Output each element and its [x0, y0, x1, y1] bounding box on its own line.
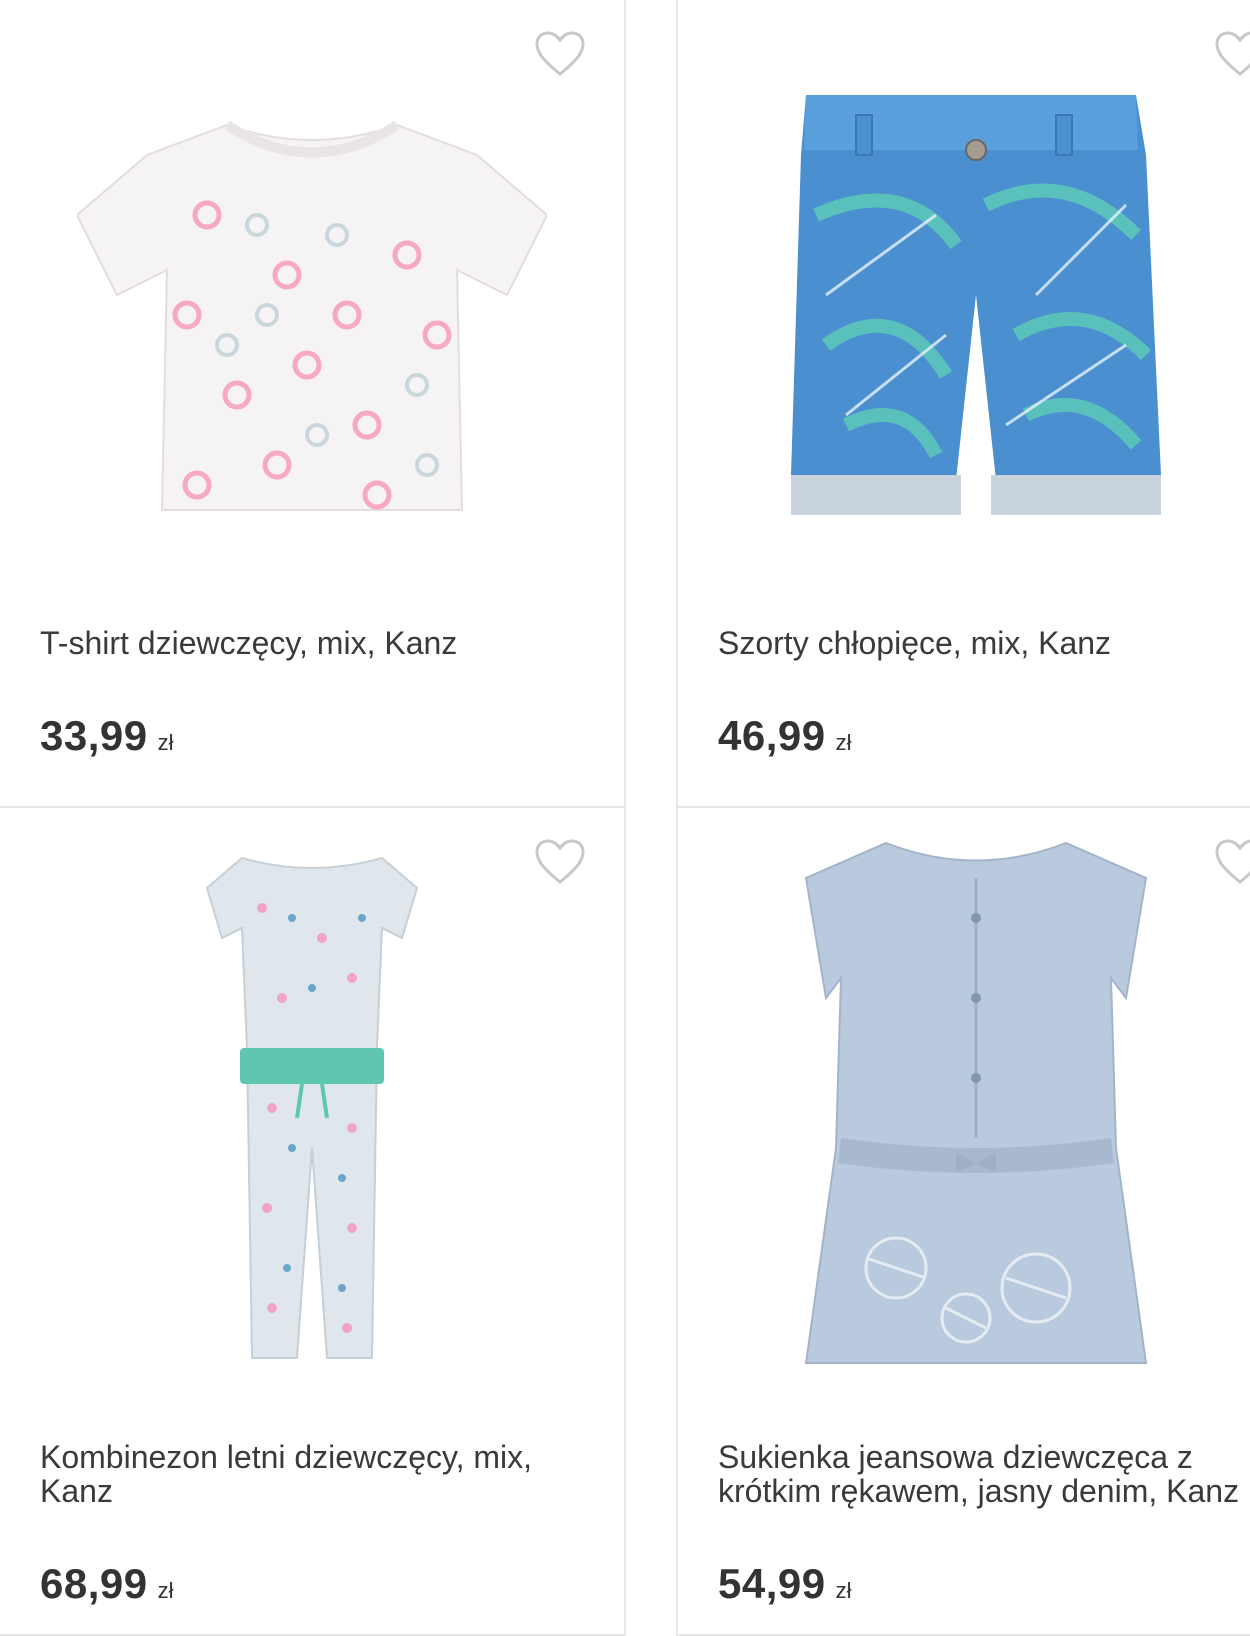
product-name[interactable]: Kombinezon letni dziewczęcy, mix, Kanz — [40, 1440, 600, 1508]
heart-icon[interactable] — [534, 30, 586, 78]
price-currency: zł — [157, 1578, 174, 1603]
product-price: 33,99 zł — [40, 712, 174, 760]
product-card-dress[interactable]: Sukienka jeansowa dziewczęca z krótkim r… — [676, 806, 1250, 1636]
price-currency: zł — [157, 730, 174, 755]
price-amount: 68,99 — [40, 1560, 148, 1607]
product-image-dress[interactable] — [718, 838, 1234, 1368]
product-price: 54,99 zł — [718, 1560, 852, 1608]
product-card-shorts[interactable]: Szorty chłopięce, mix, Kanz 46,99 zł — [676, 0, 1250, 810]
price-amount: 46,99 — [718, 712, 826, 759]
product-image-shorts[interactable] — [718, 80, 1234, 540]
price-amount: 33,99 — [40, 712, 148, 759]
product-image-jumpsuit[interactable] — [40, 848, 584, 1368]
product-name[interactable]: T-shirt dziewczęcy, mix, Kanz — [40, 626, 600, 660]
product-grid: T-shirt dziewczęcy, mix, Kanz 33,99 zł S… — [0, 0, 1250, 1636]
product-image-tshirt[interactable] — [40, 80, 584, 540]
product-card-jumpsuit[interactable]: Kombinezon letni dziewczęcy, mix, Kanz 6… — [0, 806, 626, 1636]
price-currency: zł — [835, 1578, 852, 1603]
heart-icon[interactable] — [1214, 30, 1250, 78]
product-name[interactable]: Sukienka jeansowa dziewczęca z krótkim r… — [718, 1440, 1250, 1508]
price-currency: zł — [835, 730, 852, 755]
product-price: 68,99 zł — [40, 1560, 174, 1608]
price-amount: 54,99 — [718, 1560, 826, 1607]
product-name[interactable]: Szorty chłopięce, mix, Kanz — [718, 626, 1250, 660]
product-price: 46,99 zł — [718, 712, 852, 760]
product-card-tshirt[interactable]: T-shirt dziewczęcy, mix, Kanz 33,99 zł — [0, 0, 626, 810]
